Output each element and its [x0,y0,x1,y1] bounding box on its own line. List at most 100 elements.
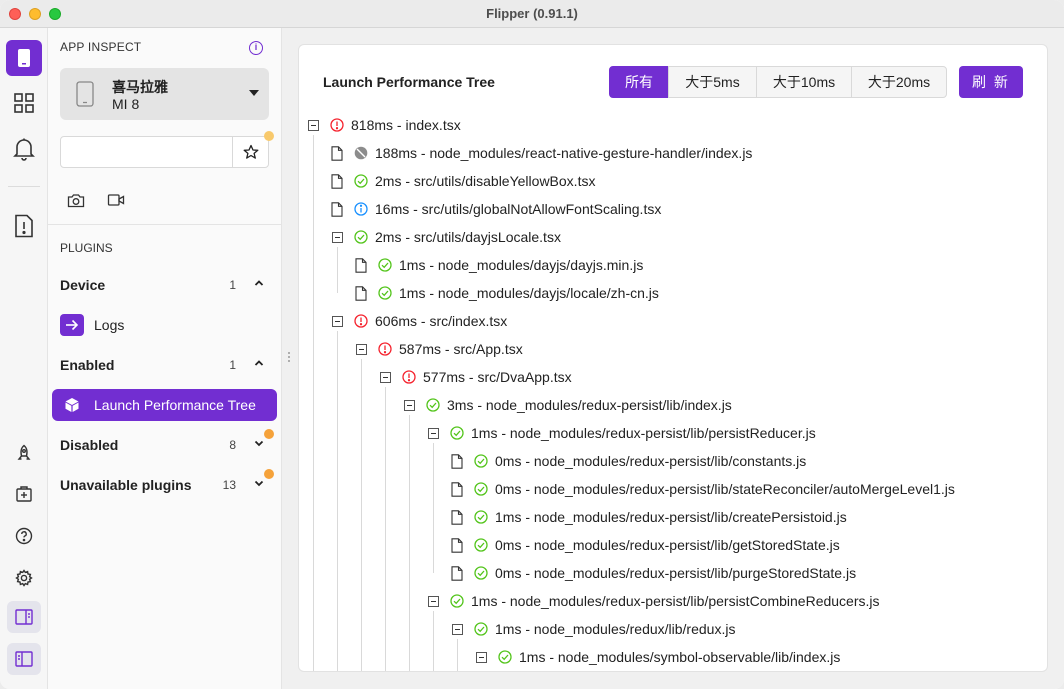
tree-node[interactable]: 818ms - index.tsx [303,114,461,136]
tree-node[interactable]: 0ms - node_modules/redux-persist/lib/pur… [447,562,856,584]
status-ok-icon [377,285,393,301]
plugin-search-input[interactable] [60,136,233,168]
video-camera-icon [107,194,125,206]
device-selector[interactable]: 喜马拉雅 MI 8 [60,68,269,120]
tree-node-label: 577ms - src/DvaApp.tsx [423,369,572,385]
toggle-left-sidebar-button[interactable] [7,643,41,675]
tree-node[interactable]: 0ms - node_modules/redux-persist/lib/con… [447,450,806,472]
collapse-toggle-icon[interactable] [303,115,323,135]
arrow-right-icon [60,314,84,336]
tree-node[interactable]: 0ms - node_modules/redux-persist/lib/get… [447,534,840,556]
tree-node-label: 606ms - src/index.tsx [375,313,508,329]
device-app-name: 喜马拉雅 [112,79,168,95]
tree-node[interactable]: 1ms - node_modules/redux-persist/lib/cre… [447,506,847,528]
file-icon [351,255,371,275]
device-model: MI 8 [112,96,140,112]
tree-node-label: 16ms - src/utils/globalNotAllowFontScali… [375,201,662,217]
plugin-item-launch-performance-tree[interactable]: Launch Performance Tree [52,389,277,421]
collapse-toggle-icon[interactable] [423,423,443,443]
collapse-toggle-icon[interactable] [327,311,347,331]
tree-node-label: 0ms - node_modules/redux-persist/lib/con… [495,453,807,469]
right-panel-icon [15,609,33,625]
app-inspect-rail-button[interactable] [6,40,42,76]
record-video-button[interactable] [104,188,128,212]
tree-node[interactable]: 16ms - src/utils/globalNotAllowFontScali… [327,198,661,220]
status-ok-icon [449,425,465,441]
notification-dot [264,429,274,439]
sidebar-resize-handle[interactable] [288,352,291,366]
group-count: 13 [222,478,236,492]
phone-outline-icon [76,81,94,107]
settings-rail-button[interactable] [6,560,42,596]
window-title: Flipper (0.91.1) [486,6,578,21]
file-icon [447,535,467,555]
chevron-up-icon [254,360,264,366]
tree-node[interactable]: 587ms - src/App.tsx [351,338,523,360]
tree-node-label: 1ms - node_modules/dayjs/dayjs.min.js [399,257,644,273]
collapse-toggle-icon[interactable] [471,647,491,667]
tree-node-label: 1ms - node_modules/redux-persist/lib/per… [471,593,880,609]
collapse-toggle-icon[interactable] [399,395,419,415]
caret-down-icon [249,90,259,96]
tree-node-label: 1ms - node_modules/redux-persist/lib/per… [471,425,816,441]
add-plugin-rail-button[interactable] [6,476,42,512]
collapse-toggle-icon[interactable] [375,367,395,387]
tree-node[interactable]: 577ms - src/DvaApp.tsx [375,366,572,388]
plugin-item-logs[interactable]: Logs [52,309,277,341]
file-icon [327,171,347,191]
file-icon [447,507,467,527]
file-icon [447,451,467,471]
group-count: 8 [229,438,236,452]
star-icon [243,144,258,159]
apps-grid-icon [14,93,34,113]
tree-node-label: 3ms - node_modules/redux-persist/lib/ind… [447,397,732,413]
notifications-rail-button[interactable] [6,131,42,167]
notification-dot [264,131,274,141]
tree-node[interactable]: 188ms - node_modules/react-native-gestur… [327,142,752,164]
status-ok-icon [353,173,369,189]
plugin-marketplace-rail-button[interactable] [6,85,42,121]
file-icon [327,199,347,219]
collapse-toggle-icon[interactable] [447,619,467,639]
phone-icon [18,49,30,67]
flipper-errors-rail-button[interactable] [6,208,42,244]
toggle-right-sidebar-button[interactable] [7,601,41,633]
plugin-group-unavailable[interactable]: Unavailable plugins 13 [60,474,270,496]
setup-doctor-rail-button[interactable] [6,435,42,471]
tree-node-label: 1ms - node_modules/symbol-observable/lib… [519,649,841,665]
plugin-group-enabled[interactable]: Enabled 1 [60,354,270,376]
status-ok-icon [497,649,513,665]
tree-node[interactable]: 1ms - node_modules/redux-persist/lib/per… [423,590,880,612]
tree-node[interactable]: 2ms - src/utils/disableYellowBox.tsx [327,170,595,192]
group-count: 1 [229,358,236,372]
file-icon [447,479,467,499]
tree-node-label: 0ms - node_modules/redux-persist/lib/get… [495,537,840,553]
status-blocked-icon [353,145,369,161]
cube-icon [60,394,84,416]
plugin-group-disabled[interactable]: Disabled 8 [60,434,270,456]
flipper-window: Flipper (0.91.1) APP INSPECT i 喜马拉雅 MI 8… [0,0,1064,689]
help-rail-button[interactable] [6,518,42,554]
screenshot-button[interactable] [64,188,88,212]
status-ok-icon [473,537,489,553]
collapse-toggle-icon[interactable] [423,591,443,611]
tree-node[interactable]: 2ms - src/utils/dayjsLocale.tsx [327,226,561,248]
tree-node[interactable]: 1ms - node_modules/redux/lib/redux.js [447,618,735,640]
tree-node[interactable]: 0ms - node_modules/redux-persist/lib/sta… [447,478,955,500]
tree-node[interactable]: 606ms - src/index.tsx [327,310,507,332]
tree-node-label: 0ms - node_modules/redux-persist/lib/pur… [495,565,857,581]
file-icon [327,143,347,163]
tree-node-label: 1ms - node_modules/redux/lib/redux.js [495,621,736,637]
tree-node[interactable]: 3ms - node_modules/redux-persist/lib/ind… [399,394,732,416]
star-button[interactable] [232,136,269,168]
plugin-group-device[interactable]: Device 1 [60,274,270,296]
status-ok-icon [449,593,465,609]
tree-node[interactable]: 1ms - node_modules/dayjs/dayjs.min.js [351,254,643,276]
tree-node[interactable]: 1ms - node_modules/dayjs/locale/zh-cn.js [351,282,659,304]
title-bar: Flipper (0.91.1) [0,0,1064,28]
collapse-toggle-icon[interactable] [327,227,347,247]
tree-node[interactable]: 1ms - node_modules/symbol-observable/lib… [471,646,840,668]
tree-node[interactable]: 1ms - node_modules/redux-persist/lib/per… [423,422,816,444]
collapse-toggle-icon[interactable] [351,339,371,359]
info-icon[interactable]: i [249,41,263,55]
